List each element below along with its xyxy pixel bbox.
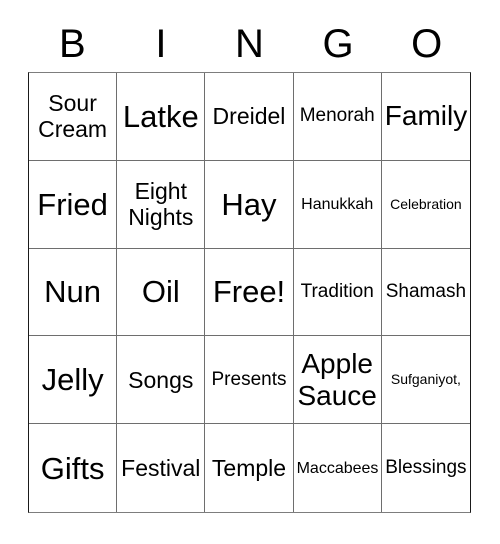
- bingo-cell[interactable]: Fried: [29, 160, 118, 249]
- header-letter-b: B: [58, 22, 86, 66]
- bingo-cell[interactable]: Nun: [29, 248, 118, 337]
- bingo-cell[interactable]: Menorah: [293, 73, 382, 161]
- bingo-cell[interactable]: Eight Nights: [117, 160, 206, 249]
- bingo-cell[interactable]: Presents: [205, 336, 294, 425]
- bingo-cell-label: Sour Cream: [38, 90, 108, 143]
- bingo-cell-label: Nun: [44, 274, 102, 310]
- bingo-cell[interactable]: Latke: [117, 73, 206, 161]
- bingo-cell-label: Menorah: [299, 105, 375, 127]
- bingo-cell-label: Family: [384, 100, 468, 132]
- bingo-cell-label: Tradition: [300, 280, 374, 302]
- bingo-cell[interactable]: Tradition: [293, 248, 382, 337]
- bingo-cell-label: Latke: [122, 98, 199, 134]
- bingo-cell-label: Blessings: [385, 457, 467, 479]
- bingo-cell-label: Gifts: [40, 450, 105, 486]
- bingo-cell[interactable]: Family: [381, 73, 470, 161]
- bingo-cell[interactable]: Jelly: [29, 336, 118, 425]
- bingo-cell[interactable]: Maccabees: [293, 424, 382, 512]
- bingo-cell-label: Hay: [221, 186, 277, 222]
- header-letter-n: N: [235, 22, 264, 66]
- bingo-cell[interactable]: Celebration: [381, 160, 470, 249]
- header-letter-o: O: [411, 22, 443, 66]
- bingo-cell[interactable]: Hanukkah: [293, 160, 382, 249]
- bingo-cell-label: Hanukkah: [301, 195, 374, 213]
- bingo-cell-label: Temple: [211, 455, 287, 482]
- bingo-cell-label: Apple Sauce: [297, 347, 377, 411]
- bingo-cell-label: Eight Nights: [128, 178, 194, 231]
- bingo-cell[interactable]: Shamash: [381, 248, 470, 337]
- bingo-header: B I N G O: [28, 16, 471, 72]
- bingo-grid: Sour Cream Latke Dreidel Menorah Family Fried…: [28, 72, 471, 513]
- bingo-cell[interactable]: Gifts: [29, 424, 118, 512]
- header-letter-g: G: [322, 22, 354, 66]
- bingo-cell[interactable]: Temple: [205, 424, 294, 512]
- header-letter-i: I: [155, 22, 167, 66]
- bingo-cell[interactable]: Dreidel: [205, 73, 294, 161]
- bingo-cell-label: Celebration: [390, 195, 462, 212]
- bingo-cell-label: Sufganiyot,: [390, 371, 461, 388]
- bingo-cell[interactable]: Oil: [117, 248, 206, 337]
- bingo-cell[interactable]: Apple Sauce: [293, 336, 382, 425]
- bingo-cell-label: Free!: [212, 274, 286, 310]
- bingo-cell-label: Songs: [128, 366, 194, 393]
- bingo-cell-label: Festival: [121, 455, 201, 482]
- bingo-cell[interactable]: Sufganiyot,: [381, 336, 470, 425]
- bingo-cell-label: Dreidel: [212, 103, 286, 130]
- bingo-cell-label: Shamash: [385, 280, 467, 302]
- bingo-card: B I N G O Sour Cream Latke Dreidel Menorah F…: [0, 0, 500, 544]
- bingo-cell-label: Presents: [211, 368, 287, 390]
- bingo-cell[interactable]: Blessings: [381, 424, 470, 512]
- bingo-cell[interactable]: Sour Cream: [29, 73, 118, 161]
- bingo-cell[interactable]: Hay: [205, 160, 294, 249]
- bingo-cell-label: Fried: [37, 186, 108, 222]
- bingo-cell[interactable]: Songs: [117, 336, 206, 425]
- bingo-cell-label: Oil: [141, 274, 180, 310]
- bingo-cell-label: Maccabees: [296, 459, 379, 477]
- bingo-cell-label: Jelly: [41, 362, 104, 398]
- bingo-cell[interactable]: Free!: [205, 248, 294, 337]
- bingo-cell[interactable]: Festival: [117, 424, 206, 512]
